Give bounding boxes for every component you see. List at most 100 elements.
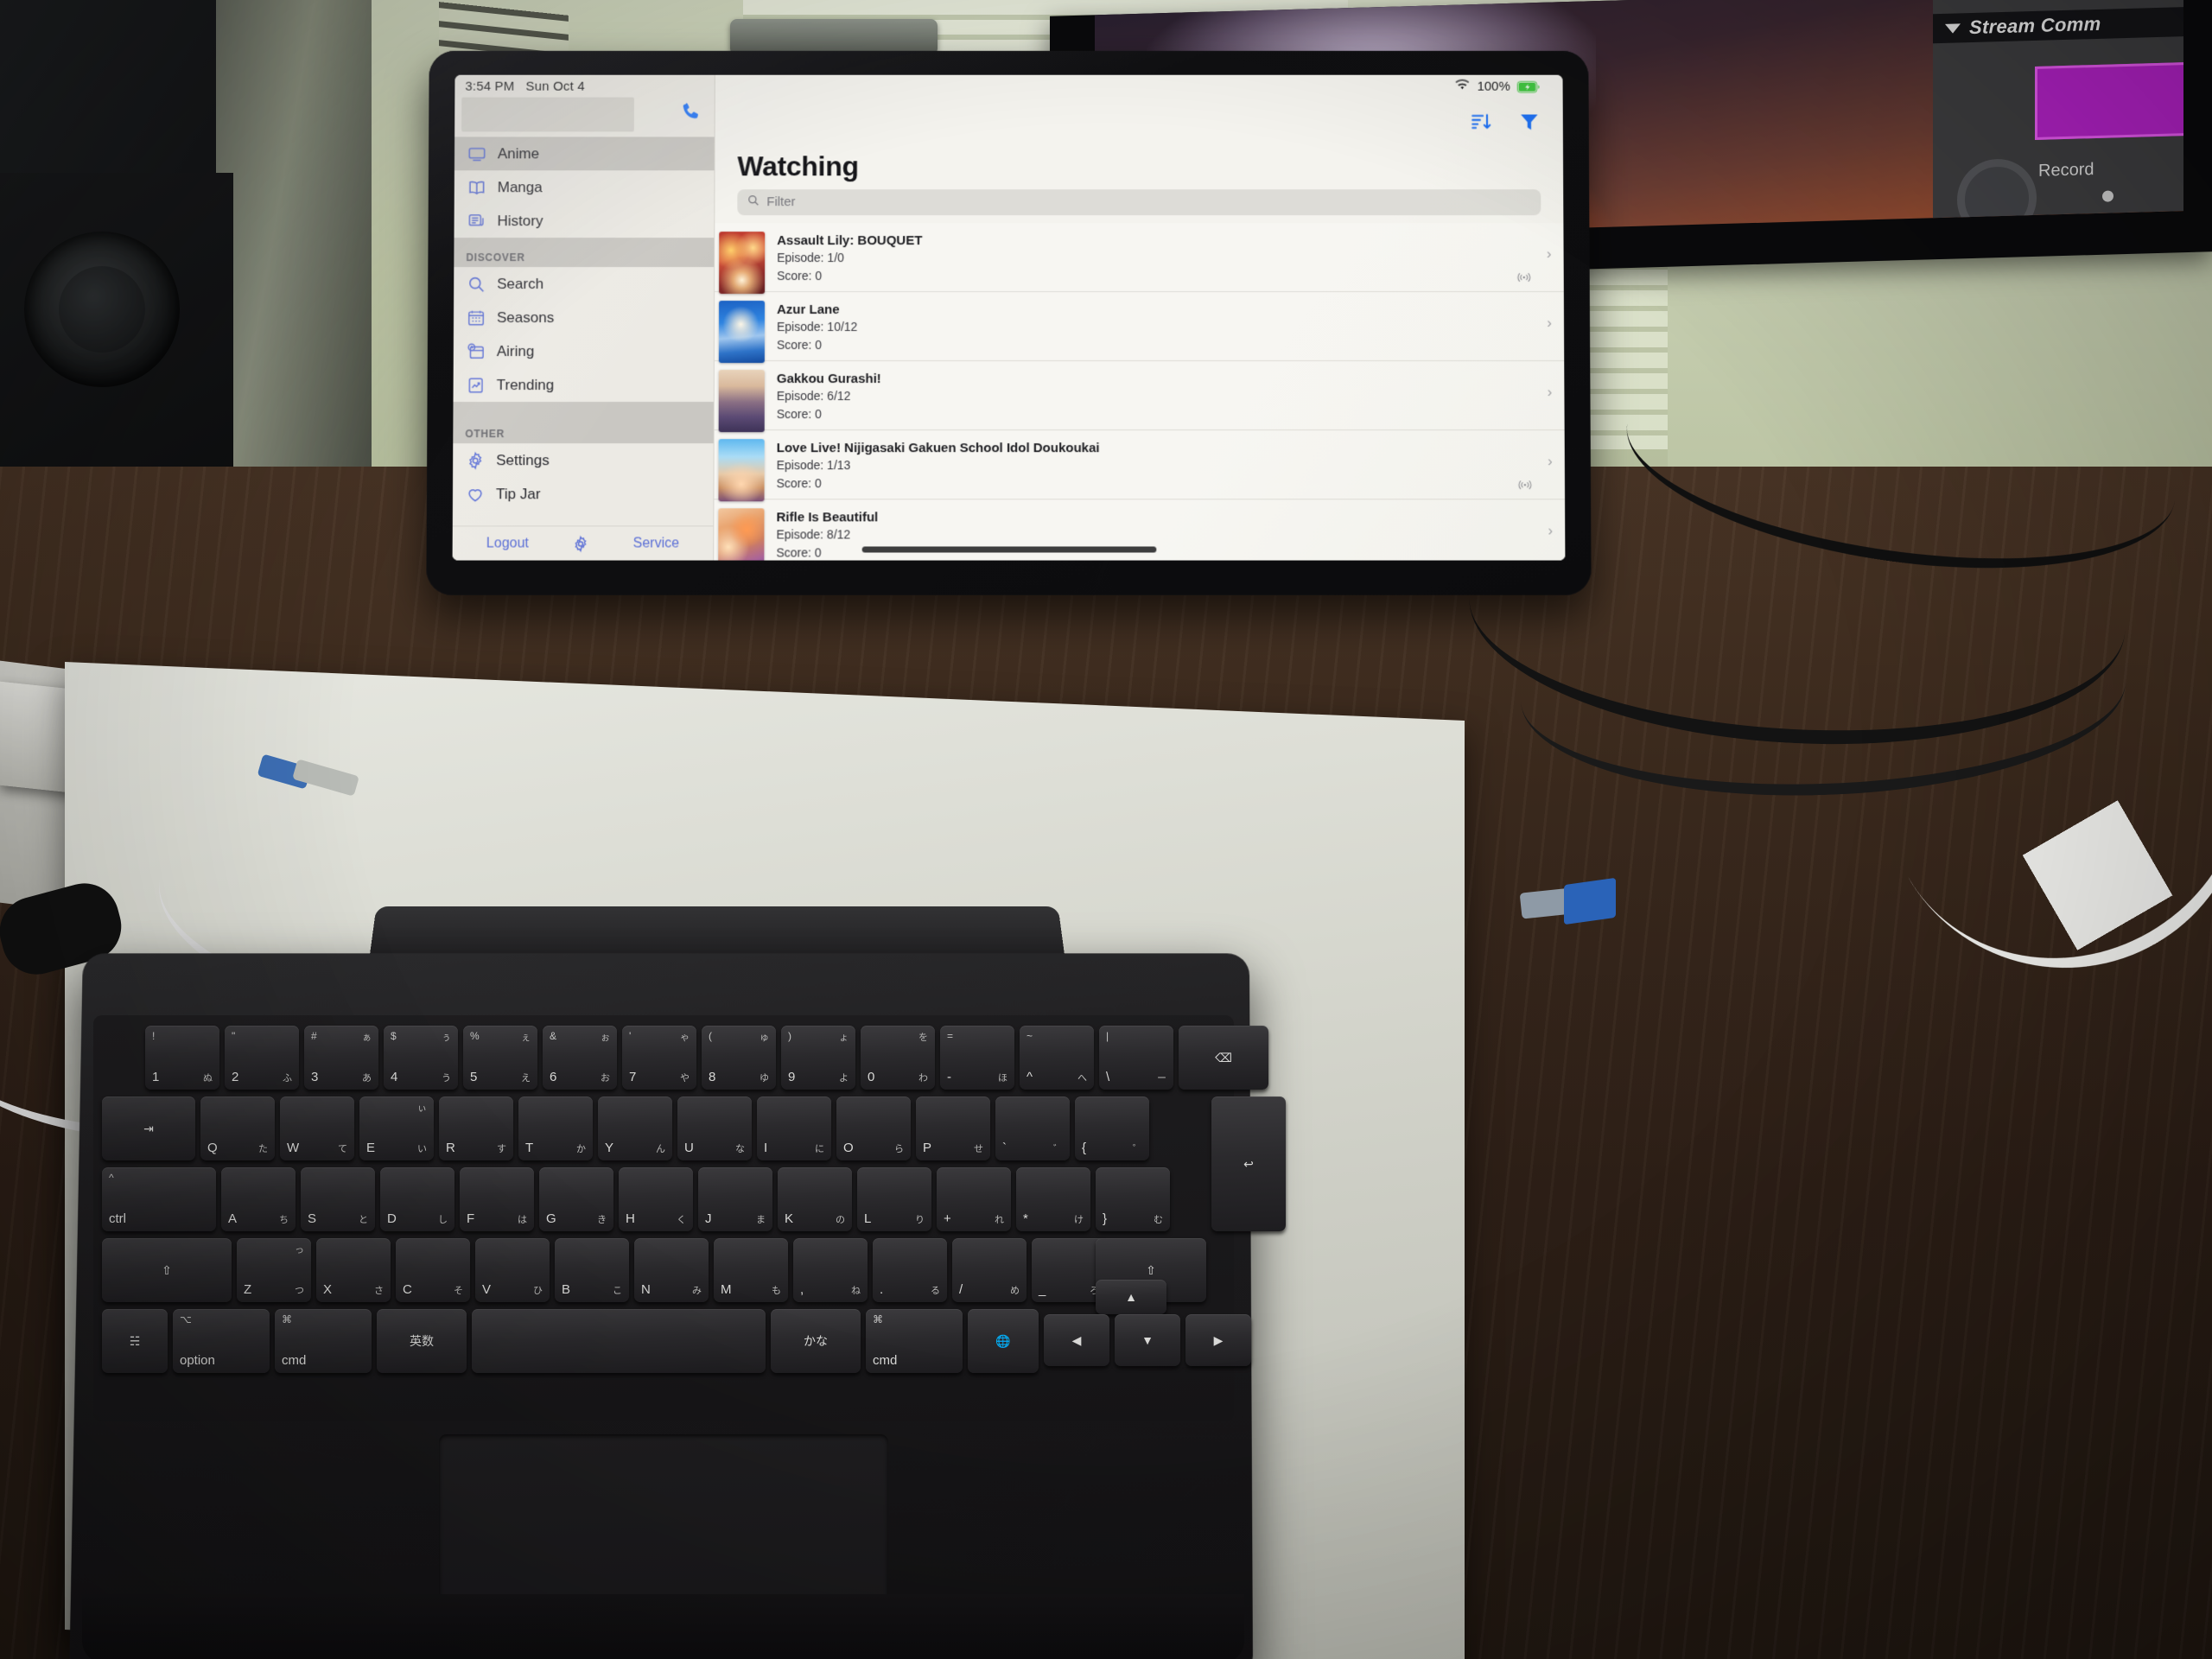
a-row-key-J[interactable]: Jま <box>698 1167 772 1231</box>
phone-icon[interactable] <box>680 101 702 127</box>
ipad-screen[interactable]: 3:54 PM Sun Oct 4 Anime Manga History DI… <box>453 75 1566 561</box>
ctrl-key[interactable]: ^ ctrl <box>102 1167 216 1231</box>
sidebar-item-manga[interactable]: Manga <box>454 170 715 204</box>
cmd-left-key[interactable]: ⌘ cmd <box>275 1309 372 1373</box>
list-item[interactable]: Love Live! Nijigasaki Gakuen School Idol… <box>714 430 1565 499</box>
option-key[interactable]: ⌥ option <box>173 1309 270 1373</box>
stream-commands-titlebar[interactable]: Stream Comm <box>1933 7 2183 43</box>
a-row-key-H[interactable]: Hく <box>619 1167 693 1231</box>
z-row-key-,[interactable]: ,ね <box>793 1238 868 1302</box>
sidebar-account-row[interactable] <box>454 98 715 137</box>
z-row-key-M[interactable]: Mも <box>714 1238 788 1302</box>
arrow-left-key[interactable]: ◀ <box>1044 1314 1109 1366</box>
sidebar-item-anime[interactable]: Anime <box>454 137 715 170</box>
gear-icon[interactable] <box>572 535 589 552</box>
key-main-label: ` <box>1002 1141 1007 1155</box>
q-row-key-{[interactable]: {゜ <box>1075 1096 1149 1160</box>
sidebar-item-airing[interactable]: Airing <box>454 334 714 368</box>
number-row-key-1[interactable]: ! 1 ぬ <box>145 1026 219 1090</box>
q-row-key-T[interactable]: Tか <box>518 1096 593 1160</box>
a-row-key-+[interactable]: + れ <box>937 1167 1011 1231</box>
key-top-label: " <box>232 1030 235 1042</box>
a-row-key-S[interactable]: Sと <box>301 1167 375 1231</box>
number-row-key-\[interactable]: | \ ー <box>1099 1026 1173 1090</box>
a-row-key-}[interactable]: } む <box>1096 1167 1170 1231</box>
a-row-key-L[interactable]: Lり <box>857 1167 931 1231</box>
a-row-key-F[interactable]: Fは <box>460 1167 534 1231</box>
sidebar-item-tip-jar[interactable]: Tip Jar <box>453 477 714 511</box>
q-row-key-I[interactable]: Iに <box>757 1096 831 1160</box>
search-icon <box>747 194 760 211</box>
sidebar-item-history[interactable]: History <box>454 204 715 238</box>
number-row-key-8[interactable]: (ゅ 8 ゆ <box>702 1026 776 1090</box>
key-jp-label: す <box>497 1141 506 1155</box>
list-item-texts: Azur Lane Episode: 10/12 Score: 0 <box>777 301 1538 353</box>
q-row-key-W[interactable]: Wて <box>280 1096 354 1160</box>
z-row-key-.[interactable]: .る <box>873 1238 947 1302</box>
z-row-key-X[interactable]: Xさ <box>316 1238 391 1302</box>
globe-fn-key[interactable]: ☵ <box>102 1309 168 1373</box>
delete-key[interactable]: ⌫ <box>1179 1026 1268 1090</box>
a-row-key-K[interactable]: Kの <box>778 1167 852 1231</box>
number-row-key-0[interactable]: を 0 わ <box>861 1026 935 1090</box>
sort-descending-icon[interactable] <box>1470 111 1492 131</box>
anime-title: Gakkou Gurashi! <box>777 371 1539 388</box>
q-row-key-Q[interactable]: Qた <box>200 1096 275 1160</box>
home-indicator[interactable] <box>861 546 1156 552</box>
stream-commands-panel[interactable]: Stream Comm Record <box>1933 0 2183 218</box>
logout-button[interactable]: Logout <box>486 536 529 551</box>
a-row-key-A[interactable]: Aち <box>221 1167 296 1231</box>
number-row-key-5[interactable]: % ぇ 5 え <box>463 1026 537 1090</box>
chevron-down-icon[interactable] <box>1945 23 1961 34</box>
sidebar-item-trending[interactable]: Trending <box>454 368 714 402</box>
arrow-up-key[interactable]: ▲ <box>1096 1280 1166 1314</box>
cmd-right-key[interactable]: ⌘ cmd <box>866 1309 963 1373</box>
number-row-key--[interactable]: = - ほ <box>940 1026 1014 1090</box>
globe-key[interactable]: 🌐 <box>968 1309 1039 1373</box>
sidebar-item-settings[interactable]: Settings <box>453 443 714 477</box>
filter-funnel-icon[interactable] <box>1518 110 1541 132</box>
stream-highlight-button[interactable] <box>2035 62 2183 140</box>
number-row-key-^[interactable]: ~ ^ へ <box>1020 1026 1094 1090</box>
q-row-key-P[interactable]: Pせ <box>916 1096 990 1160</box>
q-row-key-Y[interactable]: Yん <box>598 1096 672 1160</box>
arrow-down-key[interactable]: ▼ <box>1115 1314 1180 1366</box>
space-key[interactable] <box>472 1309 766 1373</box>
number-row-key-9[interactable]: ) ょ 9 よ <box>781 1026 855 1090</box>
list-item[interactable]: Assault Lily: BOUQUET Episode: 1/0 Score… <box>715 223 1564 292</box>
a-row-key-D[interactable]: Dし <box>380 1167 454 1231</box>
key-jp-label: た <box>258 1141 268 1155</box>
number-row-key-6[interactable]: & ぉ 6 お <box>543 1026 617 1090</box>
arrow-right-key[interactable]: ▶ <box>1185 1314 1251 1366</box>
q-row-key-R[interactable]: Rす <box>439 1096 513 1160</box>
number-row-key-4[interactable]: $ ぅ 4 う <box>384 1026 458 1090</box>
z-row-key-Z[interactable]: っ Z つ <box>237 1238 311 1302</box>
eisu-key[interactable]: 英数 <box>377 1309 467 1373</box>
service-button[interactable]: Service <box>633 536 680 551</box>
number-row-key-2[interactable]: " 2 ふ <box>225 1026 299 1090</box>
z-row-key-/[interactable]: / め <box>952 1238 1027 1302</box>
q-row-key-E[interactable]: ぃ E い <box>359 1096 434 1160</box>
z-row-key-V[interactable]: Vひ <box>475 1238 550 1302</box>
list-item[interactable]: Azur Lane Episode: 10/12 Score: 0 › <box>715 292 1564 361</box>
sidebar-item-seasons[interactable]: Seasons <box>454 301 714 334</box>
number-row-key-7[interactable]: ' ゃ 7 や <box>622 1026 696 1090</box>
a-row-key-*[interactable]: * け <box>1016 1167 1090 1231</box>
sidebar-item-search[interactable]: Search <box>454 267 714 301</box>
z-row-key-N[interactable]: Nみ <box>634 1238 709 1302</box>
z-row-key-C[interactable]: Cそ <box>396 1238 470 1302</box>
stream-knob-control[interactable] <box>1957 158 2037 240</box>
list-item[interactable]: Gakkou Gurashi! Episode: 6/12 Score: 0 › <box>715 361 1565 430</box>
q-row-key-`[interactable]: ` ゛ <box>995 1096 1070 1160</box>
account-avatar-placeholder[interactable] <box>461 98 634 132</box>
number-row-key-3[interactable]: # ぁ 3 あ <box>304 1026 378 1090</box>
shift-left-key[interactable]: ⇧ <box>102 1238 232 1302</box>
q-row-key-O[interactable]: Oら <box>836 1096 911 1160</box>
kana-key[interactable]: かな <box>771 1309 861 1373</box>
z-row-key-B[interactable]: Bこ <box>555 1238 629 1302</box>
a-row-key-G[interactable]: Gき <box>539 1167 613 1231</box>
q-row-key-U[interactable]: Uな <box>677 1096 752 1160</box>
tab-key[interactable]: ⇥ <box>102 1096 195 1160</box>
return-key[interactable]: ↩ <box>1211 1096 1286 1231</box>
filter-input-container[interactable]: Filter <box>737 189 1541 215</box>
